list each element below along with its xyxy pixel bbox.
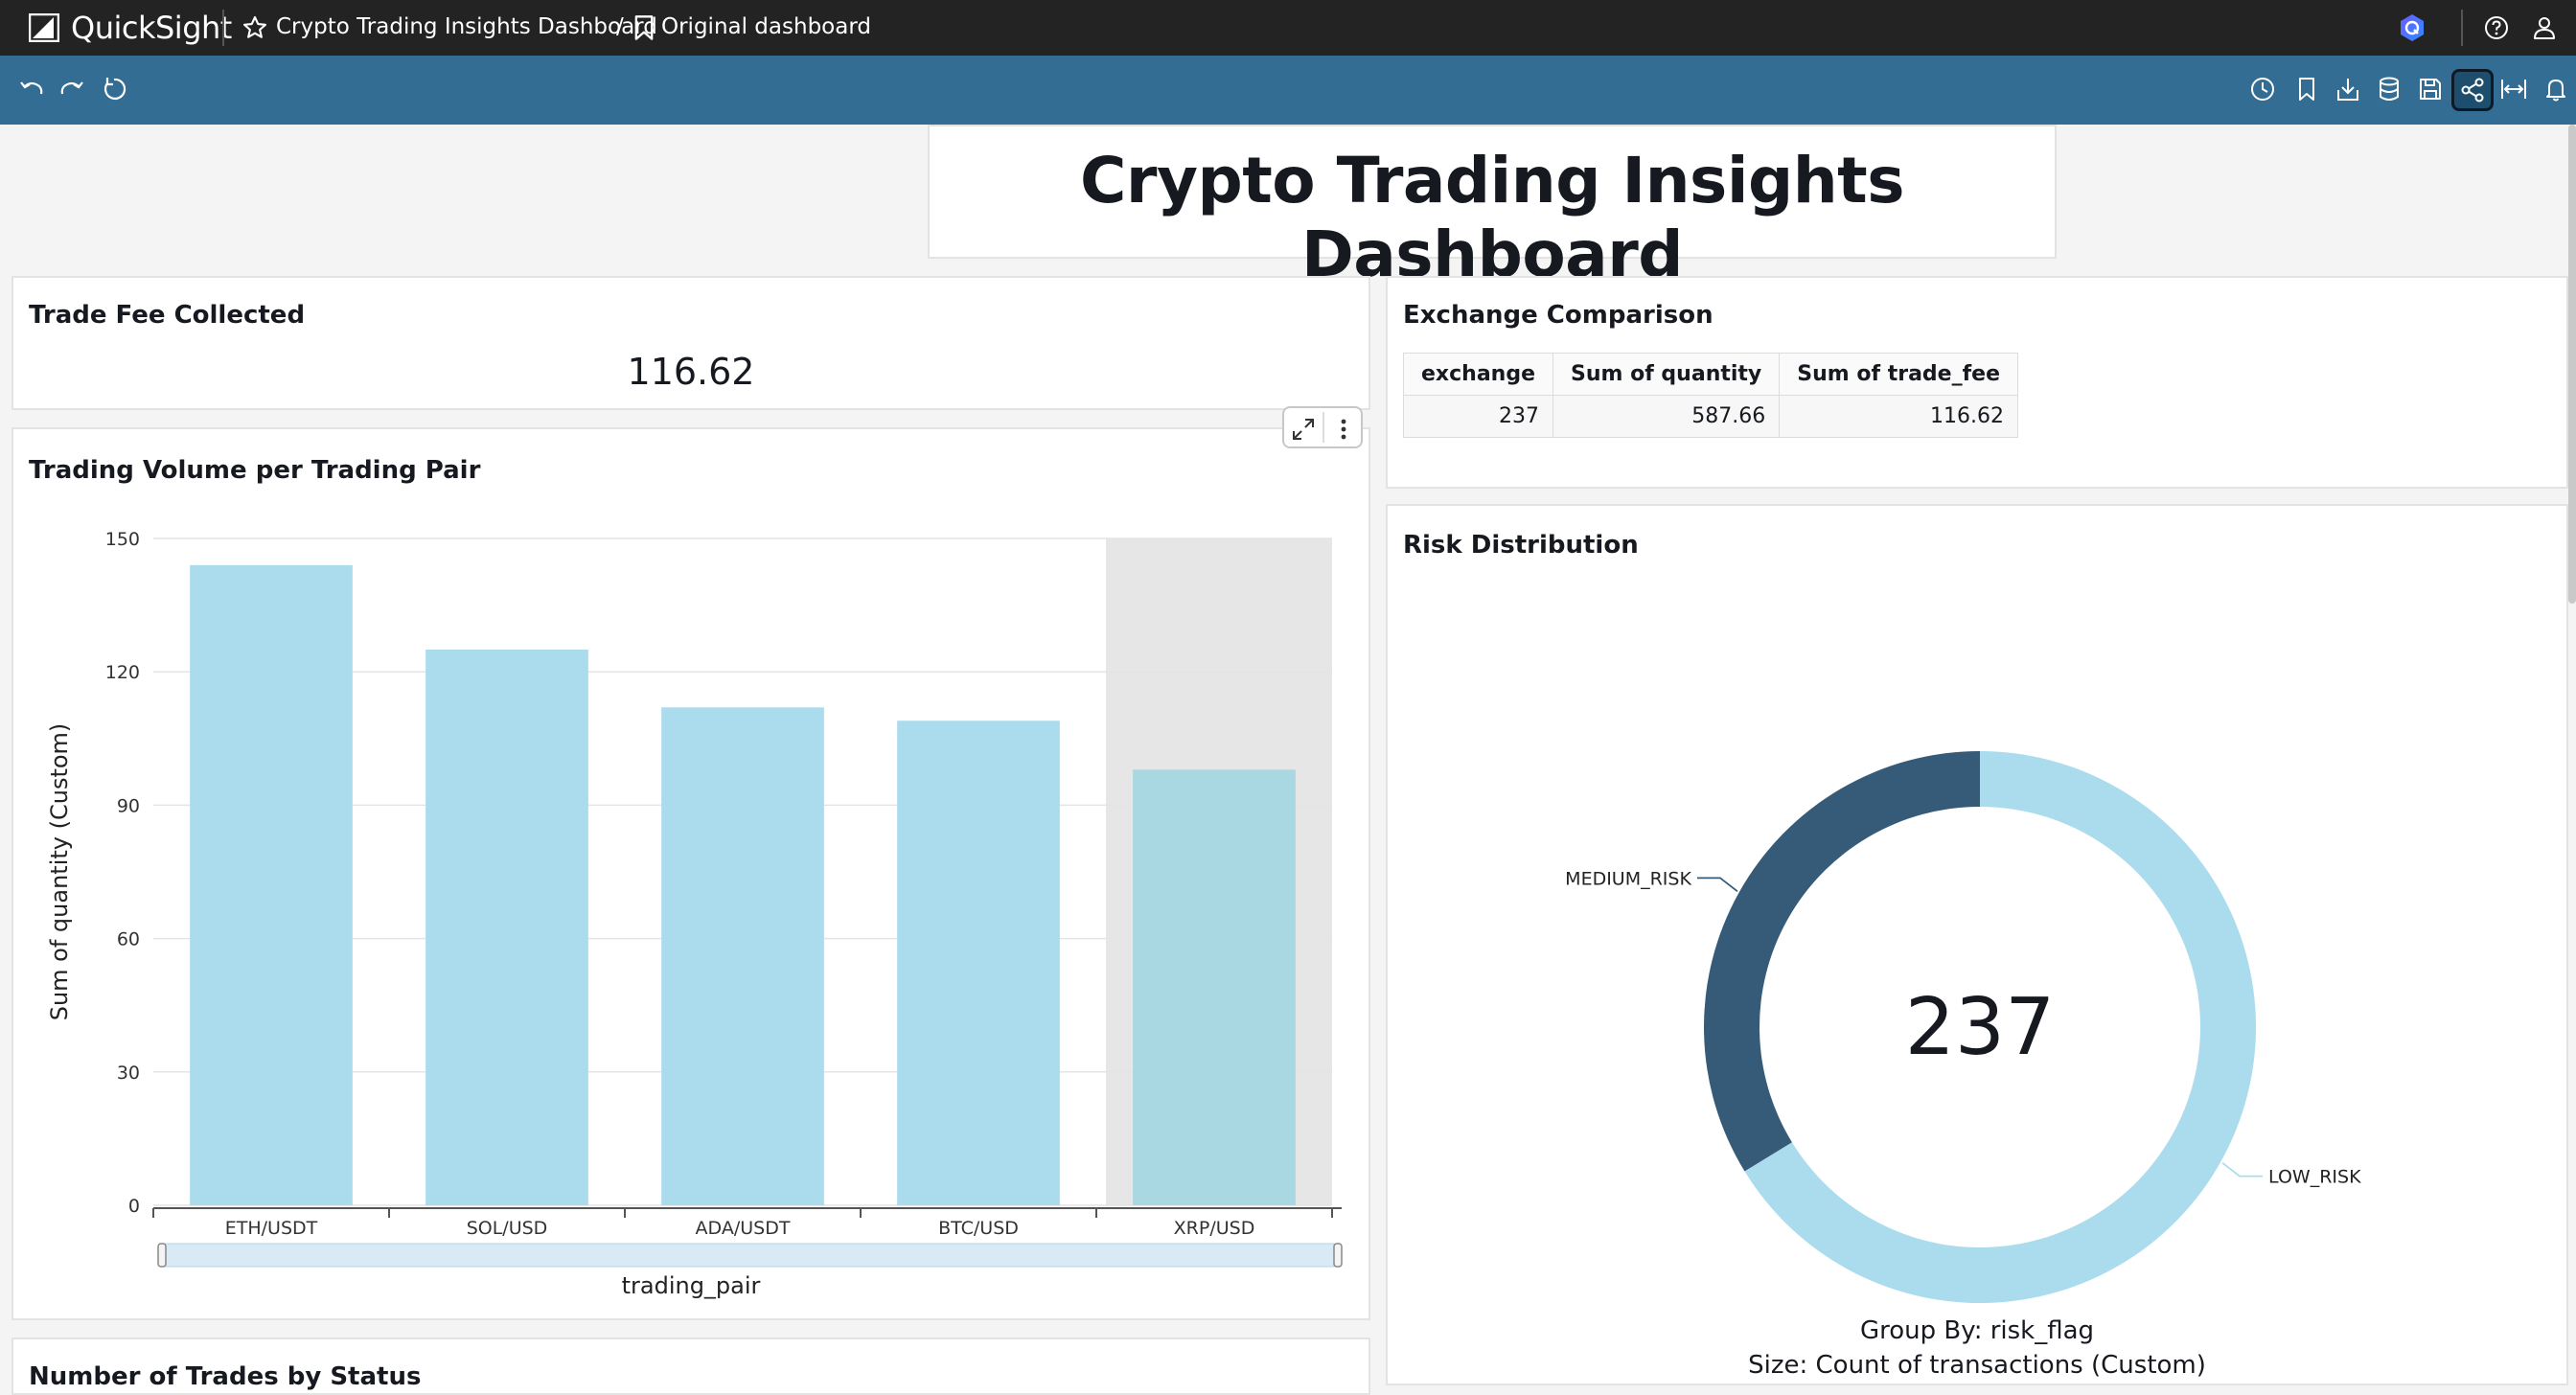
breadcrumb-sheet[interactable]: Original dashboard xyxy=(661,14,871,39)
app-name[interactable]: QuickSight xyxy=(71,10,232,46)
exchange-table: exchange Sum of quantity Sum of trade_fe… xyxy=(1403,353,2019,438)
alert-icon[interactable] xyxy=(2542,75,2570,103)
trades-by-status-panel[interactable]: Number of Trades by Status xyxy=(12,1338,1370,1395)
range-slider-handle-right[interactable] xyxy=(1333,1243,1343,1268)
donut-chart: LOW_RISK MEDIUM_RISK 237 xyxy=(1565,751,2361,1303)
slice-label: MEDIUM_RISK xyxy=(1565,868,1691,889)
trades-by-status-title: Number of Trades by Status xyxy=(29,1362,422,1391)
redo-icon[interactable] xyxy=(58,75,86,103)
amazon-q-icon[interactable] xyxy=(2398,13,2426,42)
slice-label: LOW_RISK xyxy=(2268,1167,2361,1188)
y-tick-label: 120 xyxy=(105,662,140,683)
y-tick-label: 0 xyxy=(128,1196,140,1217)
dashboard-toolbar xyxy=(0,56,2576,125)
expand-icon[interactable] xyxy=(1290,416,1317,443)
dashboard-title-panel: Crypto Trading Insights Dashboard xyxy=(928,125,2057,291)
slice-leader-line xyxy=(2221,1161,2264,1178)
table-row[interactable]: 237 587.66 116.62 xyxy=(1403,395,2019,438)
bar xyxy=(190,564,353,1205)
bar-chart: 0 30 60 90 120 150 ETH/USDT SOL/USD ADA/USDT BTC/… xyxy=(46,529,1343,1268)
share-button-active-outline[interactable] xyxy=(2451,69,2494,111)
undo-icon[interactable] xyxy=(17,75,46,103)
help-icon[interactable] xyxy=(2482,13,2511,42)
y-axis-title: Sum of quantity (Custom) xyxy=(46,723,73,1021)
donut-slice xyxy=(1704,751,1980,1172)
bookmark-icon xyxy=(634,15,654,40)
controls-divider xyxy=(1322,412,1324,443)
y-tick-label: 30 xyxy=(117,1063,140,1084)
donut-group-by-label: Group By: risk_flag xyxy=(1859,1316,2095,1345)
x-tick-label: ADA/USDT xyxy=(696,1218,791,1239)
y-tick-label: 150 xyxy=(105,529,140,550)
breadcrumb-analysis[interactable]: Crypto Trading Insights Dashboard xyxy=(276,14,657,39)
header-divider-right xyxy=(2461,10,2463,46)
more-options-icon[interactable] xyxy=(1330,416,1357,443)
bar-chart-title: Trading Volume per Trading Pair xyxy=(29,456,481,485)
y-tick-label: 90 xyxy=(117,795,140,816)
x-tick-label: SOL/USD xyxy=(467,1218,548,1239)
exchange-table-title: Exchange Comparison xyxy=(1403,301,1714,330)
range-slider-track xyxy=(164,1243,1335,1268)
bar xyxy=(426,650,588,1205)
dataset-icon[interactable] xyxy=(2375,75,2404,103)
header-divider xyxy=(222,10,224,46)
bar xyxy=(661,707,824,1205)
bar-chart-panel[interactable]: Trading Volume per Trading Pair 0 30 60 90 1… xyxy=(12,427,1370,1320)
export-icon[interactable] xyxy=(2334,75,2362,103)
share-icon xyxy=(2461,78,2484,103)
risk-distribution-panel[interactable]: Risk Distribution LOW_RISK MEDIUM_RISK 237… xyxy=(1386,504,2568,1385)
x-tick-label: XRP/USD xyxy=(1174,1218,1255,1239)
donut-center-value: 237 xyxy=(1905,982,2056,1073)
x-tick-label: BTC/USD xyxy=(938,1218,1019,1239)
exchange-table-panel[interactable]: Exchange Comparison exchange Sum of quan… xyxy=(1386,276,2568,489)
column-header[interactable]: Sum of trade_fee xyxy=(1779,353,2019,396)
table-cell: 116.62 xyxy=(1779,395,2019,438)
schedule-icon[interactable] xyxy=(2248,75,2277,103)
bookmark-icon[interactable] xyxy=(2292,75,2321,103)
bar xyxy=(1133,769,1296,1205)
dashboard-title: Crypto Trading Insights Dashboard xyxy=(1079,144,1905,291)
visual-controls xyxy=(1282,406,1363,448)
range-slider-handle-left[interactable] xyxy=(157,1243,167,1268)
x-axis-title: trading_pair xyxy=(621,1272,761,1299)
breadcrumb-separator: / xyxy=(616,14,624,39)
risk-title: Risk Distribution xyxy=(1403,531,1639,560)
kpi-title: Trade Fee Collected xyxy=(29,301,306,330)
bar xyxy=(897,720,1060,1205)
column-header[interactable]: Sum of quantity xyxy=(1552,353,1781,396)
top-header: QuickSight Crypto Trading Insights Dashb… xyxy=(0,0,2576,56)
column-header[interactable]: exchange xyxy=(1403,353,1553,396)
save-icon[interactable] xyxy=(2416,75,2445,103)
quicksight-logo-icon[interactable] xyxy=(29,13,59,42)
page-scrollbar[interactable] xyxy=(2568,125,2576,604)
favorite-star-icon[interactable] xyxy=(242,14,268,41)
table-cell: 587.66 xyxy=(1552,395,1781,438)
y-tick-label: 60 xyxy=(117,929,140,950)
donut-size-label: Size: Count of transactions (Custom) xyxy=(1748,1351,2206,1380)
fit-width-icon[interactable] xyxy=(2499,75,2528,103)
slice-leader-line xyxy=(1696,877,1738,893)
reset-icon[interactable] xyxy=(100,75,128,103)
x-tick-label: ETH/USDT xyxy=(225,1218,318,1239)
table-cell: 237 xyxy=(1403,395,1553,438)
kpi-panel[interactable]: Trade Fee Collected 116.62 xyxy=(12,276,1370,410)
kpi-value: 116.62 xyxy=(627,351,755,393)
user-icon[interactable] xyxy=(2530,13,2559,42)
